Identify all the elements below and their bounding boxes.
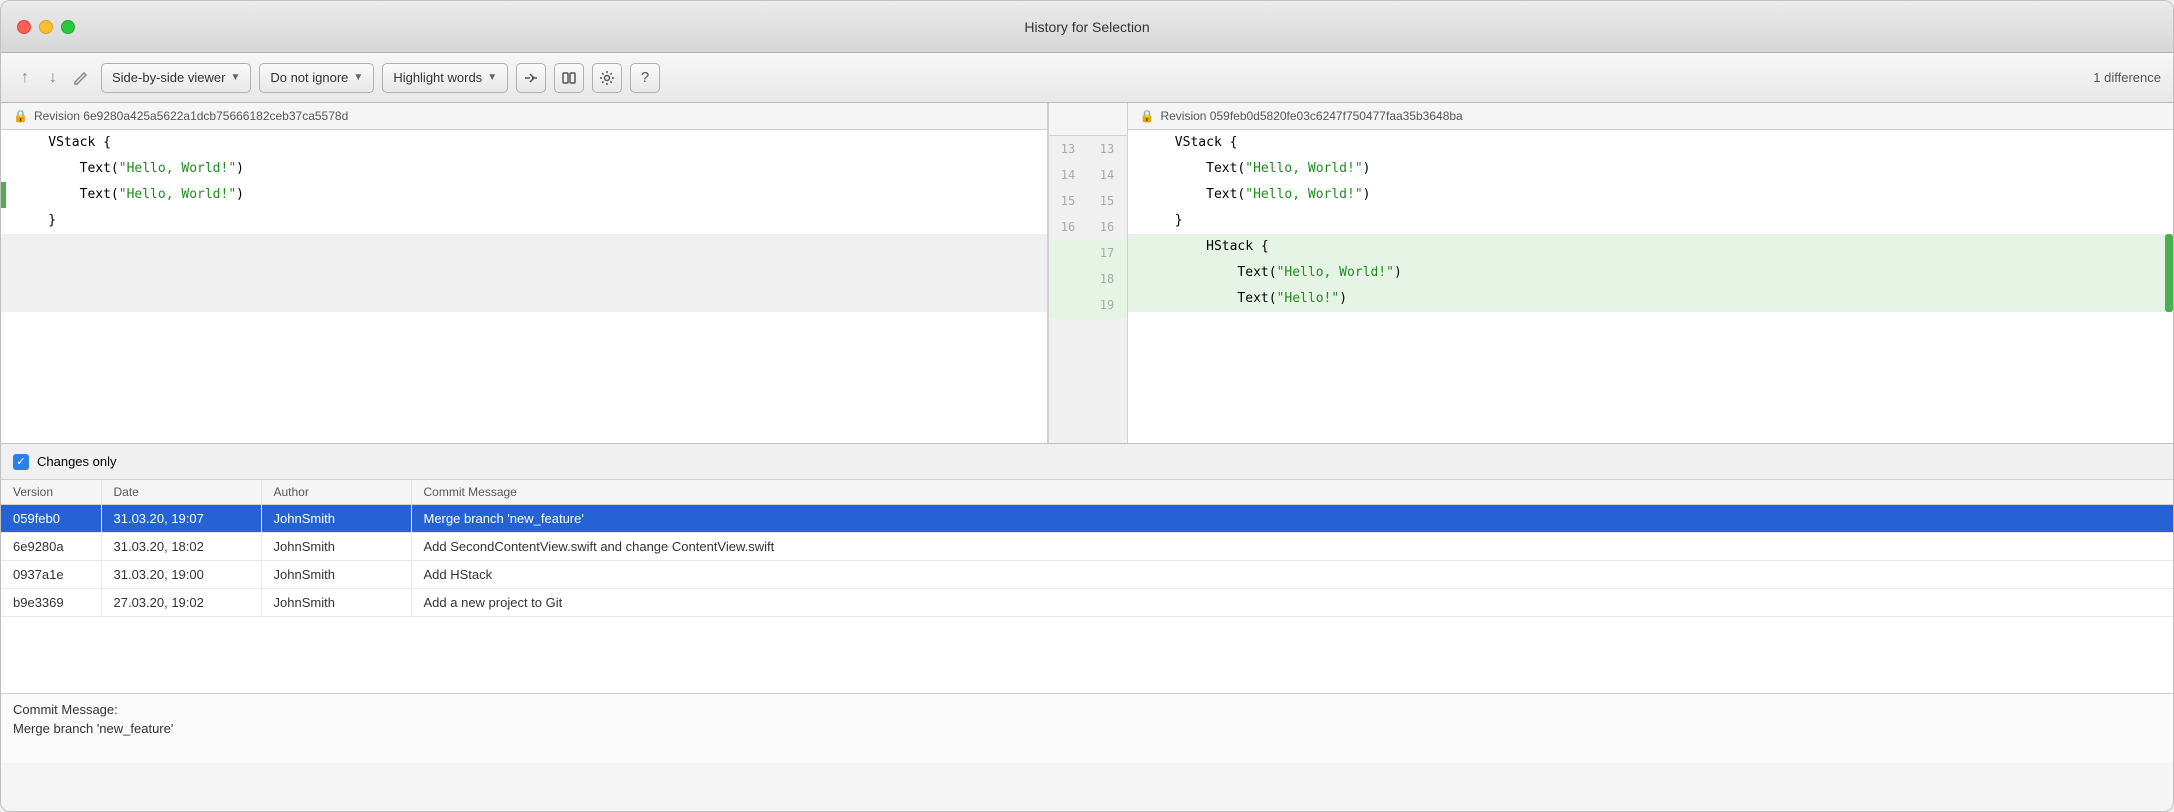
lock-icon-left: 🔒 <box>13 109 28 123</box>
gutter-line: 19 <box>1049 292 1127 318</box>
changes-header: ✓ Changes only <box>1 444 2173 480</box>
left-code-line: Text("Hello, World!") <box>1 182 1047 208</box>
sync-button[interactable] <box>516 63 546 93</box>
title-bar: History for Selection <box>1 1 2173 53</box>
cell-author: JohnSmith <box>261 505 411 533</box>
table-header-row: Version Date Author Commit Message <box>1 480 2173 505</box>
table-row[interactable]: 059feb0 31.03.20, 19:07 JohnSmith Merge … <box>1 505 2173 533</box>
commit-message-text: Merge branch 'new_feature' <box>13 721 2161 736</box>
right-pane-header: 🔒 Revision 059feb0d5820fe03c6247f750477f… <box>1128 103 2174 130</box>
right-added-line: Text("Hello!") <box>1128 286 2174 312</box>
table-row[interactable]: b9e3369 27.03.20, 19:02 JohnSmith Add a … <box>1 589 2173 617</box>
traffic-lights <box>17 20 75 34</box>
left-pane-header: 🔒 Revision 6e9280a425a5622a1dcb75666182c… <box>1 103 1047 130</box>
toolbar: ↑ ↓ Side-by-side viewer ▼ Do not ignore … <box>1 53 2173 103</box>
col-header-date: Date <box>101 480 261 505</box>
gutter-line: 16 16 <box>1049 214 1127 240</box>
main-window: History for Selection ↑ ↓ Side-by-side v… <box>0 0 2174 812</box>
commit-message-label: Commit Message: <box>13 702 2161 717</box>
left-empty-line <box>1 260 1047 286</box>
up-arrow-icon[interactable]: ↑ <box>13 66 37 90</box>
diff-count: 1 difference <box>2093 70 2161 85</box>
cell-author: JohnSmith <box>261 533 411 561</box>
cell-message: Add a new project to Git <box>411 589 2173 617</box>
right-code-line: } <box>1128 208 2174 234</box>
help-button[interactable]: ? <box>630 63 660 93</box>
cell-date: 31.03.20, 19:07 <box>101 505 261 533</box>
gutter: 13 13 14 14 15 15 16 16 17 <box>1048 103 1128 443</box>
cell-version: b9e3369 <box>1 589 101 617</box>
cell-message: Merge branch 'new_feature' <box>411 505 2173 533</box>
bottom-section: ✓ Changes only Version Date Author Commi… <box>1 443 2173 763</box>
changes-only-checkbox[interactable]: ✓ <box>13 454 29 470</box>
close-button[interactable] <box>17 20 31 34</box>
cell-date: 31.03.20, 19:00 <box>101 561 261 589</box>
cell-message: Add HStack <box>411 561 2173 589</box>
cell-date: 27.03.20, 19:02 <box>101 589 261 617</box>
diff-area: 🔒 Revision 6e9280a425a5622a1dcb75666182c… <box>1 103 2173 443</box>
cell-author: JohnSmith <box>261 561 411 589</box>
settings-button[interactable] <box>592 63 622 93</box>
gutter-line: 17 <box>1049 240 1127 266</box>
gutter-lines: 13 13 14 14 15 15 16 16 17 <box>1049 136 1127 443</box>
gutter-line: 13 13 <box>1049 136 1127 162</box>
right-added-line: Text("Hello, World!") <box>1128 260 2174 286</box>
edit-icon[interactable] <box>69 66 93 90</box>
cell-version: 0937a1e <box>1 561 101 589</box>
maximize-button[interactable] <box>61 20 75 34</box>
down-arrow-icon[interactable]: ↓ <box>41 66 65 90</box>
gutter-line: 18 <box>1049 266 1127 292</box>
left-code-line: } <box>1 208 1047 234</box>
nav-arrows: ↑ ↓ <box>13 66 93 90</box>
left-change-indicator <box>1 182 6 208</box>
cell-date: 31.03.20, 18:02 <box>101 533 261 561</box>
viewer-dropdown[interactable]: Side-by-side viewer ▼ <box>101 63 251 93</box>
columns-button[interactable] <box>554 63 584 93</box>
commit-message-area: Commit Message: Merge branch 'new_featur… <box>1 693 2173 763</box>
left-code-line: VStack { <box>1 130 1047 156</box>
ignore-dropdown[interactable]: Do not ignore ▼ <box>259 63 374 93</box>
cell-author: JohnSmith <box>261 589 411 617</box>
highlight-dropdown[interactable]: Highlight words ▼ <box>382 63 508 93</box>
highlight-dropdown-arrow: ▼ <box>487 72 497 83</box>
right-added-line: HStack { <box>1128 234 2174 260</box>
changes-only-label: Changes only <box>37 454 117 469</box>
left-empty-line <box>1 286 1047 312</box>
right-pane-content[interactable]: VStack { Text("Hello, World!") Text("Hel… <box>1128 130 2174 443</box>
col-header-version: Version <box>1 480 101 505</box>
cell-version: 6e9280a <box>1 533 101 561</box>
right-scroll-indicator <box>2165 234 2173 312</box>
table-row[interactable]: 6e9280a 31.03.20, 18:02 JohnSmith Add Se… <box>1 533 2173 561</box>
right-code-line: VStack { <box>1128 130 2174 156</box>
left-code-line: Text("Hello, World!") <box>1 156 1047 182</box>
gutter-line: 14 14 <box>1049 162 1127 188</box>
cell-message: Add SecondContentView.swift and change C… <box>411 533 2173 561</box>
viewer-dropdown-arrow: ▼ <box>230 72 240 83</box>
cell-version: 059feb0 <box>1 505 101 533</box>
col-header-author: Author <box>261 480 411 505</box>
left-pane-content[interactable]: VStack { Text("Hello, World!") Text("Hel… <box>1 130 1047 443</box>
left-empty-line <box>1 234 1047 260</box>
gutter-line: 15 15 <box>1049 188 1127 214</box>
col-header-message: Commit Message <box>411 480 2173 505</box>
gutter-header <box>1049 103 1127 136</box>
lock-icon-right: 🔒 <box>1140 109 1155 123</box>
right-code-line: Text("Hello, World!") <box>1128 182 2174 208</box>
right-code-line: Text("Hello, World!") <box>1128 156 2174 182</box>
history-table[interactable]: Version Date Author Commit Message 059fe… <box>1 480 2173 693</box>
ignore-dropdown-arrow: ▼ <box>353 72 363 83</box>
minimize-button[interactable] <box>39 20 53 34</box>
window-title: History for Selection <box>1024 19 1149 35</box>
left-pane: 🔒 Revision 6e9280a425a5622a1dcb75666182c… <box>1 103 1048 443</box>
right-pane: 🔒 Revision 059feb0d5820fe03c6247f750477f… <box>1128 103 2174 443</box>
table-row[interactable]: 0937a1e 31.03.20, 19:00 JohnSmith Add HS… <box>1 561 2173 589</box>
